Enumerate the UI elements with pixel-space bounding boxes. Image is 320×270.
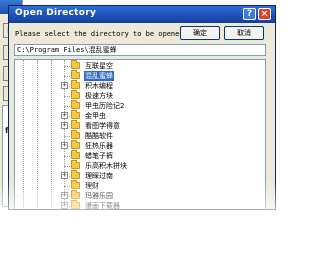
cancel-button[interactable]: 取消 — [224, 26, 264, 40]
tree-item[interactable]: 互联星空 — [15, 60, 265, 71]
tree-item-label: 狂热乐器 — [85, 142, 113, 150]
expand-icon[interactable]: + — [61, 172, 68, 179]
tree-item-label: 理睬过南 — [85, 172, 113, 180]
dialog-prompt: Please select the directory to be opened… — [15, 30, 188, 38]
tree-item-label: 酷酷软件 — [85, 132, 113, 140]
folder-icon — [71, 170, 80, 179]
folder-icon — [71, 60, 80, 69]
folder-icon — [71, 190, 80, 199]
tree-connector — [64, 186, 70, 187]
tree-item-label: 理财 — [85, 182, 99, 190]
tree-item-label: 蜡笔子裤 — [85, 152, 113, 160]
tree-item-label: 金甲虫 — [85, 112, 106, 120]
tree-connector — [64, 96, 70, 97]
tree-item[interactable]: 乐高积木拼块 — [15, 160, 265, 171]
tree-item-label: 漫画下载器 — [85, 202, 120, 210]
tree-connector — [64, 136, 70, 137]
dialog-titlebar[interactable]: Open Directory ? × — [9, 6, 275, 23]
folder-icon — [71, 180, 80, 189]
folder-icon — [71, 140, 80, 149]
open-directory-dialog: Open Directory ? × Please select the dir… — [8, 5, 276, 210]
folder-icon — [71, 90, 80, 99]
tree-item[interactable]: + 漫画下载器 — [15, 200, 265, 210]
dialog-title: Open Directory — [15, 8, 97, 18]
tree-item[interactable]: 混乱蜜蜂 — [15, 70, 265, 81]
expand-icon[interactable]: + — [61, 122, 68, 129]
expand-icon[interactable]: + — [61, 192, 68, 199]
folder-icon — [71, 70, 80, 79]
folder-icon — [71, 160, 80, 169]
tree-item[interactable]: + 玛雅乐园 — [15, 190, 265, 201]
tree-item[interactable]: + 狂热乐器 — [15, 140, 265, 151]
tree-item[interactable]: 酷酷软件 — [15, 130, 265, 141]
help-button[interactable]: ? — [243, 8, 256, 20]
folder-icon — [71, 130, 80, 139]
tree-item[interactable]: + 金甲虫 — [15, 110, 265, 121]
folder-icon — [71, 110, 80, 119]
folder-icon — [71, 150, 80, 159]
tree-item-label: 玛雅乐园 — [85, 192, 113, 200]
expand-icon[interactable]: + — [61, 202, 68, 209]
tree-connector — [64, 66, 70, 67]
tree-item[interactable]: + 看图学得意 — [15, 120, 265, 131]
tree-item-label: 积木编程 — [85, 82, 113, 90]
tree-connector — [64, 106, 70, 107]
tree-item-label: 互联星空 — [85, 62, 113, 70]
expand-icon[interactable]: + — [61, 142, 68, 149]
tree-item-label: 混乱蜜蜂 — [84, 71, 114, 81]
folder-icon — [71, 100, 80, 109]
tree-item[interactable]: + 积木编程 — [15, 80, 265, 91]
directory-path-field[interactable]: C:\Program Files\混乱蜜蜂 — [14, 44, 266, 56]
folder-icon — [71, 200, 80, 209]
tree-connector — [64, 166, 70, 167]
tree-item-label: 极速方块 — [85, 92, 113, 100]
folder-icon — [71, 120, 80, 129]
folder-icon — [71, 80, 80, 89]
directory-tree[interactable]: 互联星空 混乱蜜蜂 + 积木编程极速方块甲虫历险记2 + 金甲虫 + 看图学得意酷酷软件 + 狂热… — [14, 59, 266, 210]
tree-item[interactable]: 蜡笔子裤 — [15, 150, 265, 161]
expand-icon[interactable]: + — [61, 82, 68, 89]
ok-button[interactable]: 确定 — [180, 26, 220, 40]
tree-connector — [64, 76, 70, 77]
close-button[interactable]: × — [258, 8, 271, 20]
tree-item[interactable]: 理财 — [15, 180, 265, 191]
tree-item[interactable]: 极速方块 — [15, 90, 265, 101]
tree-item-label: 看图学得意 — [85, 122, 120, 130]
tree-connector — [64, 156, 70, 157]
tree-item-label: 乐高积木拼块 — [85, 162, 127, 170]
expand-icon[interactable]: + — [61, 112, 68, 119]
tree-item[interactable]: + 理睬过南 — [15, 170, 265, 181]
tree-item-label: 甲虫历险记2 — [85, 102, 125, 110]
tree-item[interactable]: 甲虫历险记2 — [15, 100, 265, 111]
